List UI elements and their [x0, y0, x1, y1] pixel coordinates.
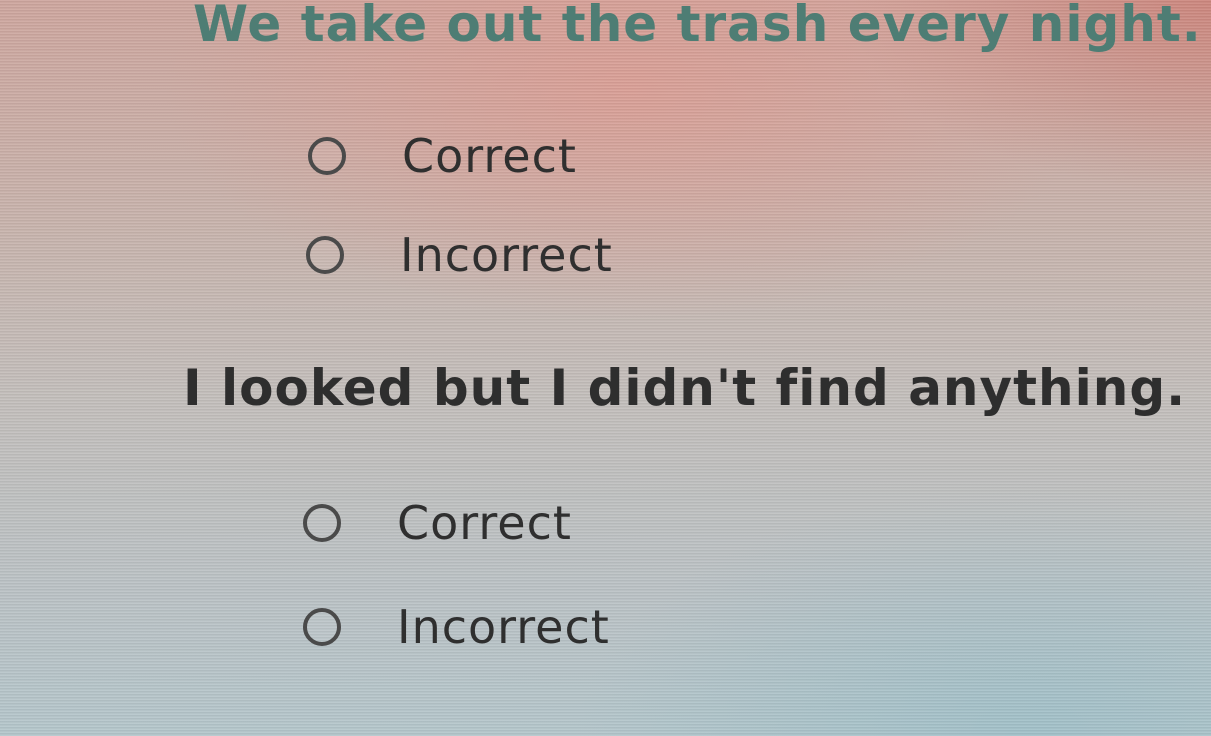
question-1-text: We take out the trash every night. [193, 0, 1202, 53]
radio-button[interactable] [303, 504, 341, 542]
radio-button[interactable] [303, 608, 341, 646]
question-2-option-correct[interactable]: Correct [303, 493, 572, 553]
radio-button[interactable] [306, 236, 344, 274]
question-2-text: I looked but I didn't find anything. [183, 359, 1187, 417]
radio-button[interactable] [308, 137, 346, 175]
option-label: Correct [397, 496, 572, 550]
question-1-option-correct[interactable]: Correct [308, 126, 577, 186]
option-label: Incorrect [397, 600, 610, 654]
option-label: Correct [402, 129, 577, 183]
question-2-option-incorrect[interactable]: Incorrect [303, 597, 610, 657]
option-label: Incorrect [400, 228, 613, 282]
question-1-option-incorrect[interactable]: Incorrect [306, 225, 613, 285]
